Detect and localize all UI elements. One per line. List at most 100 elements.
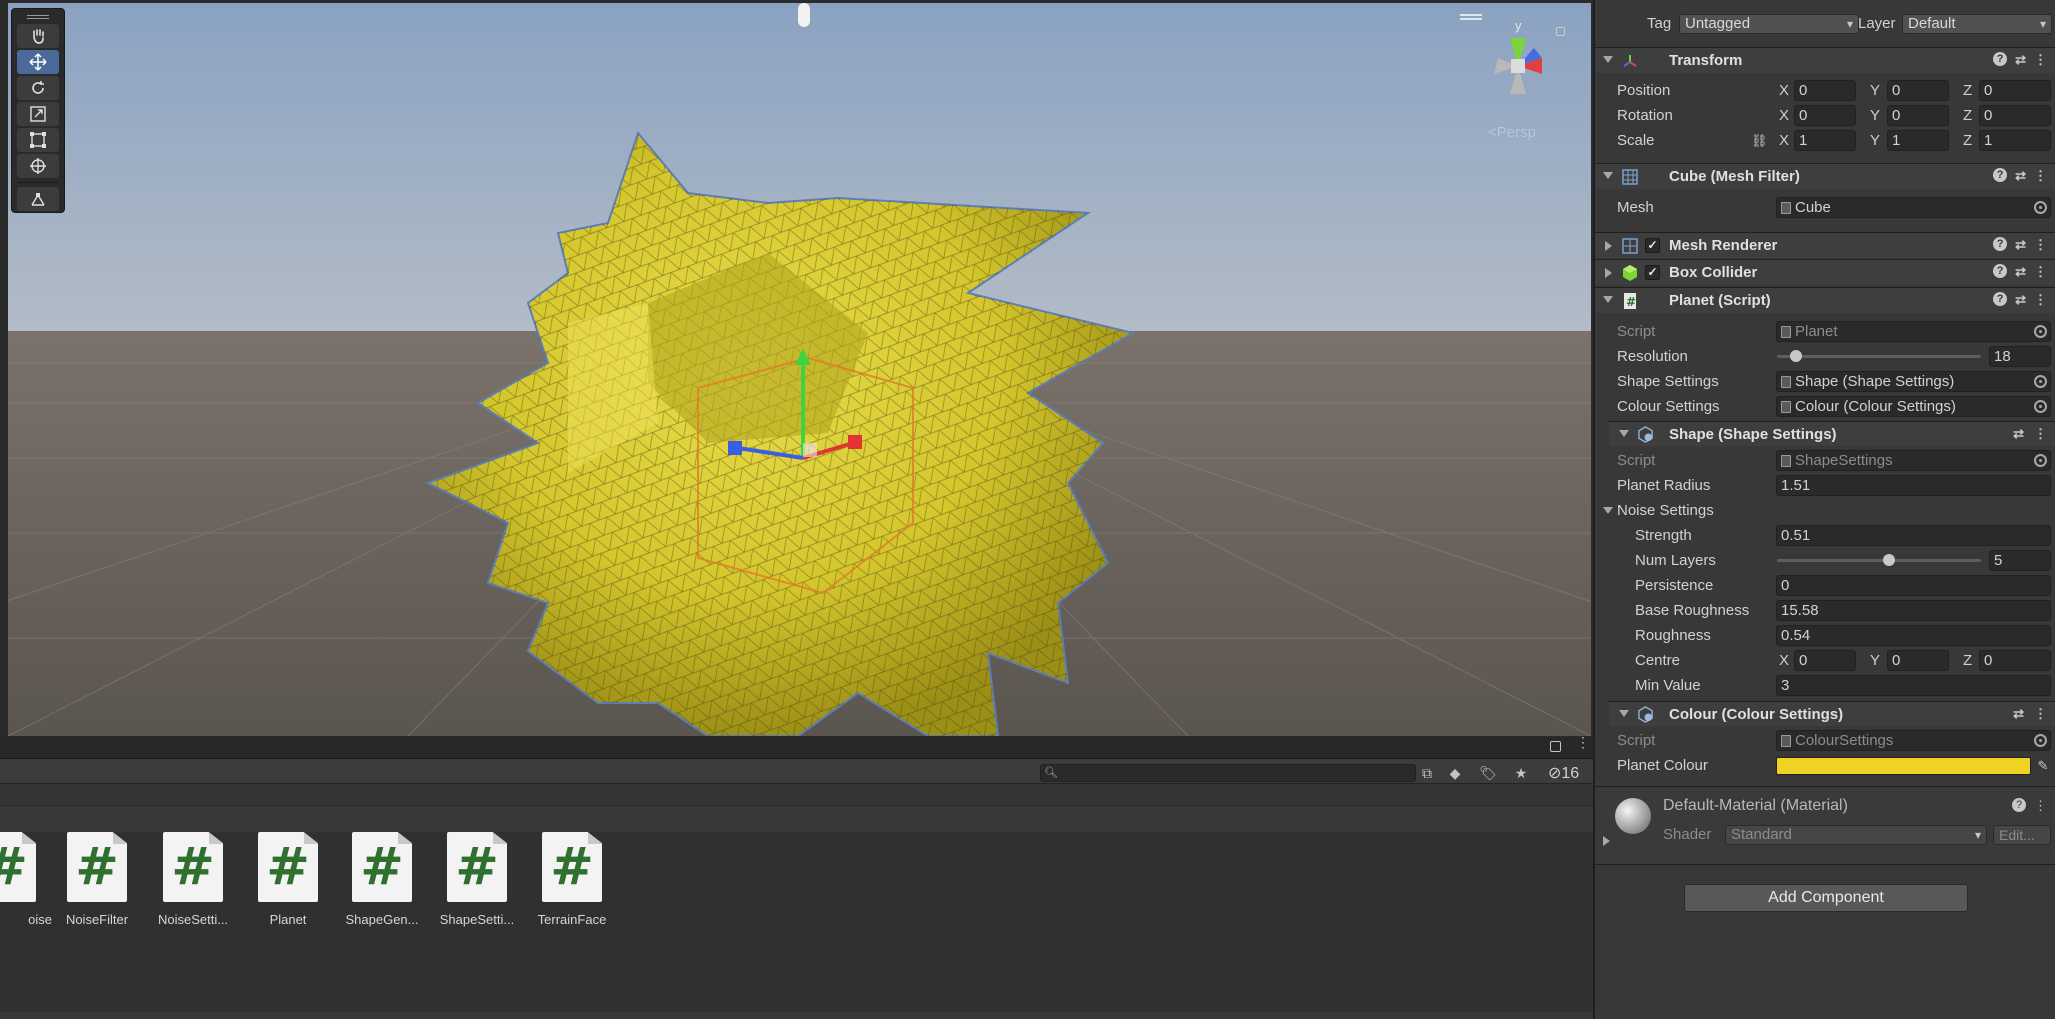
presets-icon[interactable]: ⇄ xyxy=(2013,706,2024,722)
help-icon[interactable]: ? xyxy=(1993,52,2008,66)
scale-y-field[interactable]: 1 xyxy=(1887,130,1949,151)
noise-settings-row[interactable]: Noise Settings xyxy=(1595,498,2055,523)
search-by-type-icon[interactable]: ⧉ xyxy=(1418,764,1436,782)
presets-icon[interactable]: ⇄ xyxy=(2015,264,2026,280)
num-layers-slider[interactable] xyxy=(1777,554,1981,566)
object-picker-icon[interactable] xyxy=(2034,201,2047,214)
presets-icon[interactable]: ⇄ xyxy=(2015,292,2026,308)
mesh-renderer-header[interactable]: ✓ Mesh Renderer ? ⇄ ⋮ xyxy=(1595,232,2055,258)
presets-icon[interactable]: ⇄ xyxy=(2015,168,2026,184)
hand-tool-button[interactable] xyxy=(17,24,59,48)
foldout-arrow-icon[interactable] xyxy=(1603,836,1610,846)
mesh-object-field[interactable]: Cube xyxy=(1776,197,2051,218)
shader-edit-button[interactable]: Edit... xyxy=(1993,825,2051,845)
presets-icon[interactable]: ⇄ xyxy=(2013,426,2024,442)
asset-item[interactable]: # Planet xyxy=(242,832,334,927)
constrain-proportions-icon[interactable]: ⛓ xyxy=(1751,133,1768,149)
kebab-menu-icon[interactable]: ⋮ xyxy=(2034,426,2047,442)
enabled-checkbox[interactable]: ✓ xyxy=(1645,265,1660,280)
resolution-slider[interactable] xyxy=(1777,350,1981,362)
help-icon[interactable]: ? xyxy=(1993,292,2008,306)
box-collider-header[interactable]: ✓ Box Collider ? ⇄ ⋮ xyxy=(1595,259,2055,285)
lock-icon[interactable] xyxy=(1550,741,1561,752)
eyedropper-icon[interactable]: ✎ xyxy=(2035,758,2051,774)
persistence-field[interactable]: 0 xyxy=(1776,575,2051,596)
kebab-menu-icon[interactable]: ⋮ xyxy=(2034,264,2047,280)
asset-item[interactable]: # oise xyxy=(0,832,52,927)
orientation-gizmo[interactable]: y xyxy=(1478,18,1558,113)
tag-dropdown[interactable]: Untagged xyxy=(1679,13,1859,34)
position-x-field[interactable]: 0 xyxy=(1794,80,1856,101)
favorite-star-icon[interactable]: ★ xyxy=(1512,764,1530,782)
scene-canvas[interactable] xyxy=(8,3,1591,736)
filter-by-label-icon[interactable]: 🏷︎ xyxy=(1479,764,1497,782)
planet-radius-field[interactable]: 1.51 xyxy=(1776,475,2051,496)
scale-tool-button[interactable] xyxy=(17,102,59,126)
asset-item[interactable]: # TerrainFace xyxy=(526,832,618,927)
asset-item[interactable]: # NoiseSetti... xyxy=(147,832,239,927)
projection-label[interactable]: <Persp xyxy=(1488,124,1536,141)
slider-knob[interactable] xyxy=(1882,554,1895,566)
mesh-filter-header[interactable]: Cube (Mesh Filter) ? ⇄ ⋮ xyxy=(1595,163,2055,189)
roughness-field[interactable]: 0.54 xyxy=(1776,625,2051,646)
presets-icon[interactable]: ⇄ xyxy=(2015,52,2026,68)
kebab-menu-icon[interactable]: ⋮ xyxy=(2034,168,2047,184)
foldout-arrow-icon[interactable] xyxy=(1603,507,1613,514)
position-y-field[interactable]: 0 xyxy=(1887,80,1949,101)
help-icon[interactable]: ? xyxy=(2012,798,2026,812)
shape-settings-header[interactable]: Shape (Shape Settings) ⇄ ⋮ xyxy=(1609,421,2055,446)
layer-dropdown[interactable]: Default xyxy=(1902,13,2052,34)
foldout-arrow-icon[interactable] xyxy=(1605,241,1612,251)
asset-item[interactable]: # ShapeSetti... xyxy=(431,832,523,927)
rotate-tool-button[interactable] xyxy=(17,76,59,100)
foldout-arrow-icon[interactable] xyxy=(1619,710,1629,717)
planet-script-header[interactable]: # Planet (Script) ? ⇄ ⋮ xyxy=(1595,287,2055,313)
foldout-arrow-icon[interactable] xyxy=(1619,430,1629,437)
asset-item[interactable]: # ShapeGen... xyxy=(336,832,428,927)
kebab-menu-icon[interactable]: ⋮ xyxy=(1576,735,1590,749)
kebab-menu-icon[interactable]: ⋮ xyxy=(2034,52,2047,68)
object-picker-icon[interactable] xyxy=(2034,400,2047,413)
help-icon[interactable]: ? xyxy=(1993,237,2008,251)
custom-tool-button[interactable] xyxy=(17,187,59,211)
filter-by-type-icon[interactable]: ◆ xyxy=(1446,764,1464,782)
resolution-field[interactable]: 18 xyxy=(1989,346,2051,367)
help-icon[interactable]: ? xyxy=(1993,168,2008,182)
scene-view[interactable]: y <Persp xyxy=(0,0,1593,737)
transform-tool-button[interactable] xyxy=(17,154,59,178)
shader-dropdown[interactable]: Standard xyxy=(1725,825,1987,845)
enabled-checkbox[interactable]: ✓ xyxy=(1645,238,1660,253)
foldout-arrow-icon[interactable] xyxy=(1603,172,1613,179)
centre-x-field[interactable]: 0 xyxy=(1794,650,1856,671)
base-roughness-field[interactable]: 15.58 xyxy=(1776,600,2051,621)
help-icon[interactable]: ? xyxy=(1993,264,2008,278)
slider-knob[interactable] xyxy=(1790,350,1803,362)
kebab-menu-icon[interactable]: ⋮ xyxy=(2034,292,2047,308)
move-tool-button[interactable] xyxy=(17,50,59,74)
centre-z-field[interactable]: 0 xyxy=(1979,650,2051,671)
colour-settings-header[interactable]: Colour (Colour Settings) ⇄ ⋮ xyxy=(1609,701,2055,726)
rotation-z-field[interactable]: 0 xyxy=(1979,105,2051,126)
toolbar-grip-icon[interactable] xyxy=(27,15,49,19)
transform-header[interactable]: Transform ? ⇄ ⋮ xyxy=(1595,47,2055,73)
colour-settings-field[interactable]: Colour (Colour Settings) xyxy=(1776,396,2051,417)
shape-settings-field[interactable]: Shape (Shape Settings) xyxy=(1776,371,2051,392)
min-value-field[interactable]: 3 xyxy=(1776,675,2051,696)
foldout-arrow-icon[interactable] xyxy=(1603,296,1613,303)
foldout-arrow-icon[interactable] xyxy=(1603,56,1613,63)
object-picker-icon[interactable] xyxy=(2034,375,2047,388)
centre-y-field[interactable]: 0 xyxy=(1887,650,1949,671)
rect-tool-button[interactable] xyxy=(17,128,59,152)
strength-field[interactable]: 0.51 xyxy=(1776,525,2051,546)
kebab-menu-icon[interactable]: ⋮ xyxy=(2034,798,2047,814)
kebab-menu-icon[interactable]: ⋮ xyxy=(2034,237,2047,253)
hidden-packages-count[interactable]: ⊘16 xyxy=(1548,763,1579,783)
add-component-button[interactable]: Add Component xyxy=(1684,884,1968,912)
foldout-arrow-icon[interactable] xyxy=(1605,268,1612,278)
num-layers-field[interactable]: 5 xyxy=(1989,550,2051,571)
planet-colour-swatch[interactable] xyxy=(1776,756,2031,775)
scale-x-field[interactable]: 1 xyxy=(1794,130,1856,151)
scale-z-field[interactable]: 1 xyxy=(1979,130,2051,151)
presets-icon[interactable]: ⇄ xyxy=(2015,237,2026,253)
rotation-x-field[interactable]: 0 xyxy=(1794,105,1856,126)
